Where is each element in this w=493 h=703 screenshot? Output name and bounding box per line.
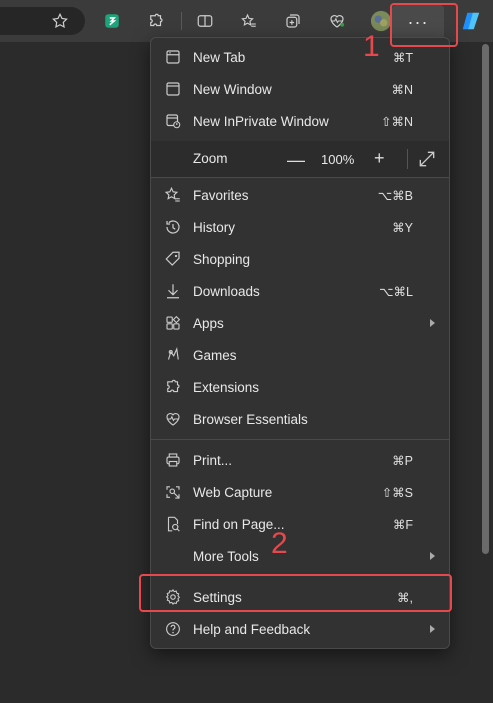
menu-item-label: New InPrivate Window bbox=[193, 113, 329, 129]
menu-item-label: Downloads bbox=[193, 283, 260, 299]
fullscreen-icon[interactable] bbox=[417, 149, 437, 169]
menu-item-find-on-page[interactable]: Find on Page... ⌘F bbox=[151, 508, 449, 540]
shopping-tag-icon bbox=[163, 249, 183, 269]
menu-item-games[interactable]: Games bbox=[151, 339, 449, 371]
collections-icon[interactable] bbox=[281, 9, 305, 33]
menu-item-shortcut: ⇧⌘N bbox=[380, 114, 413, 129]
menu-item-label: New Window bbox=[193, 81, 272, 97]
menu-item-shortcut: ⌘Y bbox=[392, 220, 413, 235]
menu-item-web-capture[interactable]: Web Capture ⇧⌘S bbox=[151, 476, 449, 508]
new-tab-icon bbox=[163, 47, 183, 67]
history-icon bbox=[163, 217, 183, 237]
annotation-step-1: 1 bbox=[363, 30, 380, 63]
extension-s-icon[interactable] bbox=[100, 9, 124, 33]
zoom-value: 100% bbox=[321, 152, 355, 167]
printer-icon bbox=[163, 450, 183, 470]
menu-item-history[interactable]: History ⌘Y bbox=[151, 211, 449, 243]
menu-item-label: Web Capture bbox=[193, 484, 273, 500]
menu-item-label: Shopping bbox=[193, 251, 251, 267]
address-bar[interactable] bbox=[0, 7, 85, 35]
toolbar-divider bbox=[181, 12, 182, 30]
favorites-bar-icon[interactable] bbox=[237, 9, 261, 33]
web-capture-icon bbox=[163, 482, 183, 502]
menu-item-shortcut: ⇧⌘S bbox=[381, 485, 413, 500]
menu-item-label: Help and Feedback bbox=[193, 621, 311, 637]
menu-item-browser-essentials[interactable]: Browser Essentials bbox=[151, 403, 449, 435]
menu-item-label: Favorites bbox=[193, 187, 249, 203]
menu-item-shortcut: ⌘F bbox=[392, 517, 413, 532]
copilot-icon[interactable] bbox=[459, 9, 483, 33]
settings-and-more-menu: New Tab ⌘T New Window ⌘N New InPrivate W… bbox=[150, 37, 450, 649]
extensions-icon bbox=[163, 377, 183, 397]
submenu-chevron-icon bbox=[430, 319, 435, 327]
favorites-star-icon[interactable] bbox=[48, 9, 72, 33]
games-icon bbox=[163, 345, 183, 365]
zoom-divider bbox=[407, 149, 408, 169]
menu-divider bbox=[151, 177, 449, 178]
menu-item-shortcut: ⌥⌘B bbox=[377, 188, 413, 203]
submenu-chevron-icon bbox=[430, 552, 435, 560]
menu-item-help-and-feedback[interactable]: Help and Feedback bbox=[151, 613, 449, 645]
inprivate-icon bbox=[163, 111, 183, 131]
split-screen-icon[interactable] bbox=[193, 9, 217, 33]
highlight-more-button bbox=[390, 3, 458, 47]
menu-item-shortcut: ⌘P bbox=[392, 453, 413, 468]
page-scrollbar[interactable] bbox=[482, 44, 489, 554]
menu-item-shortcut: ⌘N bbox=[391, 82, 413, 97]
menu-item-more-tools[interactable]: More Tools bbox=[151, 540, 449, 572]
zoom-out-button[interactable]: — bbox=[287, 150, 305, 171]
menu-item-label: Games bbox=[193, 347, 237, 363]
menu-item-apps[interactable]: Apps bbox=[151, 307, 449, 339]
menu-item-label: Extensions bbox=[193, 379, 260, 395]
menu-item-shopping[interactable]: Shopping bbox=[151, 243, 449, 275]
zoom-control-row: Zoom — 100% + bbox=[151, 141, 449, 177]
menu-item-label: Apps bbox=[193, 315, 224, 331]
menu-item-label: New Tab bbox=[193, 49, 246, 65]
menu-item-extensions[interactable]: Extensions bbox=[151, 371, 449, 403]
menu-item-print[interactable]: Print... ⌘P bbox=[151, 444, 449, 476]
menu-item-favorites[interactable]: Favorites ⌥⌘B bbox=[151, 179, 449, 211]
menu-item-label: More Tools bbox=[193, 548, 259, 564]
favorites-icon bbox=[163, 185, 183, 205]
new-window-icon bbox=[163, 79, 183, 99]
menu-item-label: Browser Essentials bbox=[193, 411, 308, 427]
menu-item-label: Print... bbox=[193, 452, 233, 468]
highlight-settings-item bbox=[139, 574, 452, 612]
menu-item-shortcut: ⌘T bbox=[392, 50, 413, 65]
zoom-label: Zoom bbox=[193, 151, 228, 166]
find-icon bbox=[163, 514, 183, 534]
heart-pulse-icon bbox=[163, 409, 183, 429]
heart-pulse-icon[interactable] bbox=[325, 9, 349, 33]
download-icon bbox=[163, 281, 183, 301]
zoom-in-button[interactable]: + bbox=[374, 148, 385, 169]
menu-item-label: History bbox=[193, 219, 236, 235]
menu-item-downloads[interactable]: Downloads ⌥⌘L bbox=[151, 275, 449, 307]
menu-divider bbox=[151, 439, 449, 440]
menu-item-shortcut: ⌥⌘L bbox=[379, 284, 413, 299]
menu-item-new-inprivate-window[interactable]: New InPrivate Window ⇧⌘N bbox=[151, 105, 449, 137]
apps-icon bbox=[163, 313, 183, 333]
submenu-chevron-icon bbox=[430, 625, 435, 633]
help-icon bbox=[163, 619, 183, 639]
annotation-step-2: 2 bbox=[271, 527, 288, 560]
puzzle-icon[interactable] bbox=[144, 9, 168, 33]
menu-item-new-window[interactable]: New Window ⌘N bbox=[151, 73, 449, 105]
